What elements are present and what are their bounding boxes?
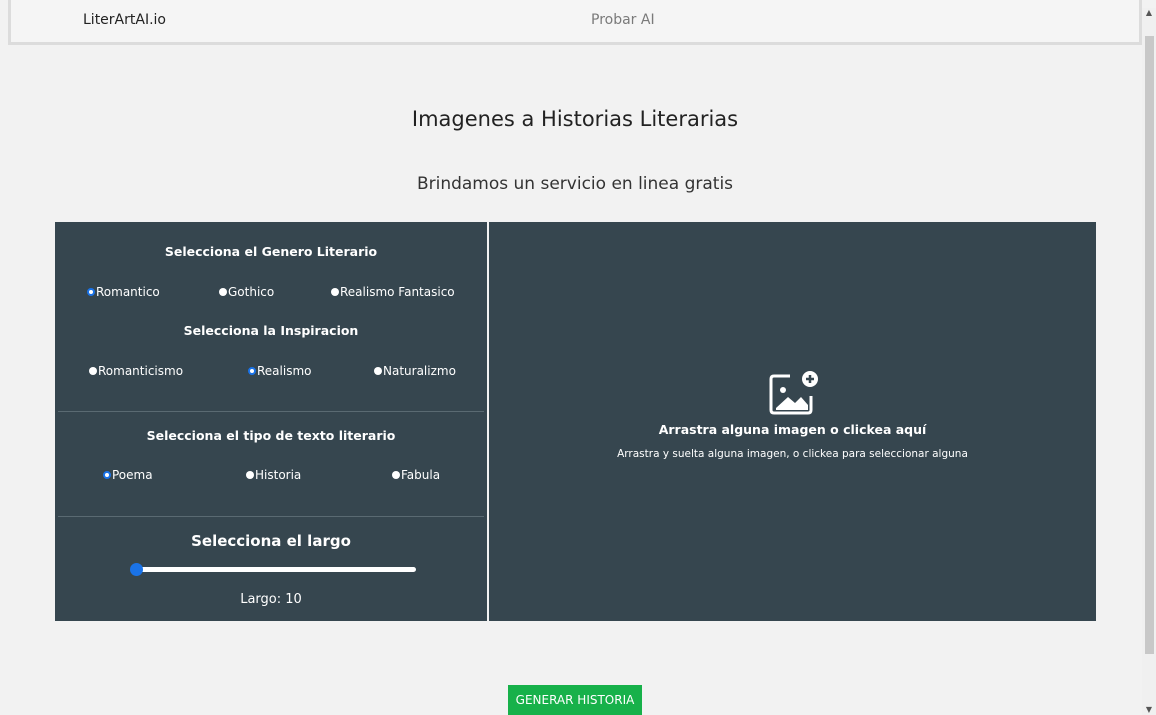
radio-romantico[interactable]: Romantico — [87, 285, 160, 299]
genero-radio-group: Romantico Gothico Realismo Fantasico — [55, 285, 487, 301]
largo-value-label: Largo: 10 — [240, 592, 302, 607]
page-title: Imagenes a Historias Literarias — [411, 107, 739, 131]
radio-realismo[interactable]: Realismo — [248, 364, 312, 378]
radio-gothico[interactable]: Gothico — [219, 285, 274, 299]
radio-poema[interactable]: Poema — [103, 468, 153, 482]
radio-icon — [219, 288, 227, 296]
divider — [58, 411, 484, 412]
inspiracion-title: Selecciona la Inspiracion — [183, 323, 359, 338]
radio-icon — [89, 367, 97, 375]
generate-story-button[interactable]: GENERAR HISTORIA — [508, 685, 642, 715]
inspiracion-radio-group: Romanticismo Realismo Naturalizmo — [55, 364, 487, 380]
radio-romanticismo[interactable]: Romanticismo — [89, 364, 183, 378]
brand-logo[interactable]: LiterArtAI.io — [83, 12, 166, 28]
radio-historia[interactable]: Historia — [246, 468, 301, 482]
nav-link-probar-ai[interactable]: Probar AI — [591, 12, 655, 28]
dropzone-subtitle: Arrastra y suelta alguna imagen, o click… — [617, 448, 968, 460]
radio-realismo-fantasico[interactable]: Realismo Fantasico — [331, 285, 455, 299]
tipo-radio-group: Poema Historia Fabula — [55, 468, 487, 484]
scroll-up-icon[interactable]: ▲ — [1144, 8, 1154, 18]
scroll-down-icon[interactable]: ▼ — [1144, 705, 1154, 715]
largo-title: Selecciona el largo — [191, 532, 351, 550]
radio-selected-icon — [248, 367, 256, 375]
radio-naturalizmo[interactable]: Naturalizmo — [374, 364, 456, 378]
radio-selected-icon — [103, 471, 111, 479]
radio-icon — [392, 471, 400, 479]
options-panel: Selecciona el Genero Literario Romantico… — [55, 222, 487, 621]
divider — [58, 516, 484, 517]
radio-icon — [246, 471, 254, 479]
tipo-title: Selecciona el tipo de texto literario — [146, 428, 396, 443]
radio-icon — [331, 288, 339, 296]
radio-selected-icon — [87, 288, 95, 296]
largo-slider-thumb[interactable] — [130, 563, 143, 576]
navbar: LiterArtAI.io Probar AI — [8, 0, 1142, 45]
radio-fabula[interactable]: Fabula — [392, 468, 440, 482]
radio-icon — [374, 367, 382, 375]
page-subtitle: Brindamos un servicio en linea gratis — [416, 174, 734, 194]
image-dropzone[interactable]: Arrastra alguna imagen o clickea aquí Ar… — [489, 222, 1096, 621]
largo-slider-track[interactable] — [131, 567, 416, 572]
add-image-icon — [769, 371, 818, 415]
genero-title: Selecciona el Genero Literario — [164, 244, 378, 259]
dropzone-title: Arrastra alguna imagen o clickea aquí — [658, 422, 927, 437]
